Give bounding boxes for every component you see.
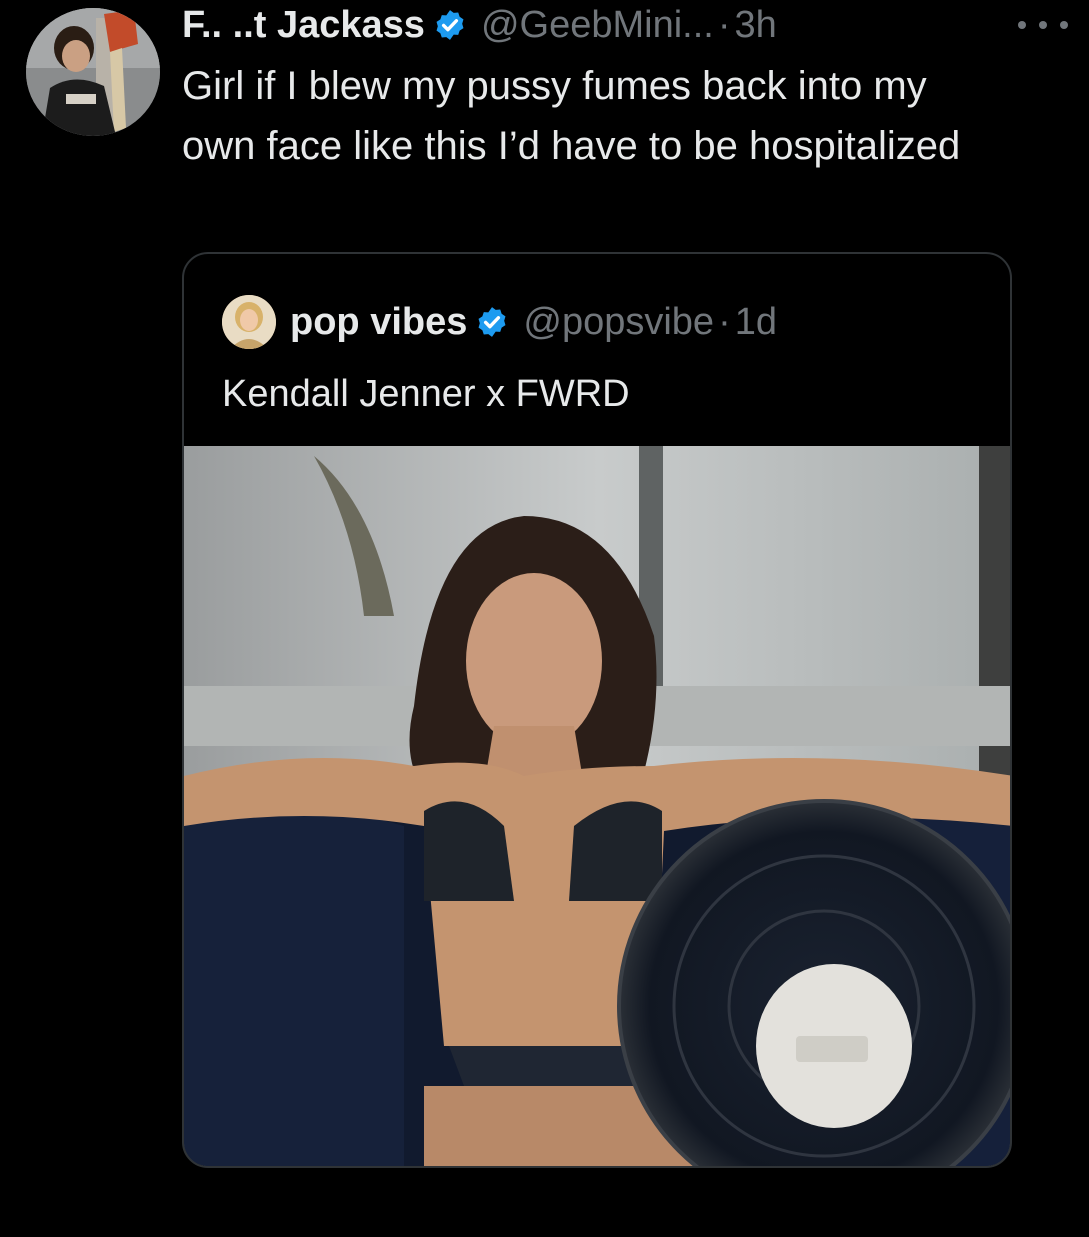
quoted-post-time[interactable]: 1d [735,301,777,344]
post-time[interactable]: 3h [734,2,776,48]
separator-dot: · [717,4,731,46]
tweet: F.. ..t Jackass @GeebMini... · 3h Girl i… [0,0,1089,1237]
tweet-text: Girl if I blew my pussy fumes back into … [182,64,961,168]
more-options-icon[interactable] [1018,18,1068,32]
quoted-user-handle[interactable]: @popsvibe [523,301,714,344]
quoted-verified-badge-icon [475,305,509,339]
user-avatar-icon[interactable] [26,8,160,136]
user-handle[interactable]: @GeebMini... [481,2,714,48]
quoted-display-name[interactable]: pop vibes [290,301,467,344]
display-name[interactable]: F.. ..t Jackass [182,2,425,48]
tweet-header: F.. ..t Jackass @GeebMini... · 3h [182,2,777,48]
quoted-tweet-text: Kendall Jenner x FWRD [222,373,630,415]
quoted-tweet-header: pop vibes @popsvibe · 1d [222,292,777,352]
quoted-tweet-card[interactable]: pop vibes @popsvibe · 1d Kendall Jenner … [182,252,1012,1168]
quoted-photo-icon[interactable] [184,446,1010,1166]
quoted-user-avatar-icon[interactable] [222,295,276,349]
verified-badge-icon [433,8,467,42]
quoted-separator-dot: · [718,300,731,343]
